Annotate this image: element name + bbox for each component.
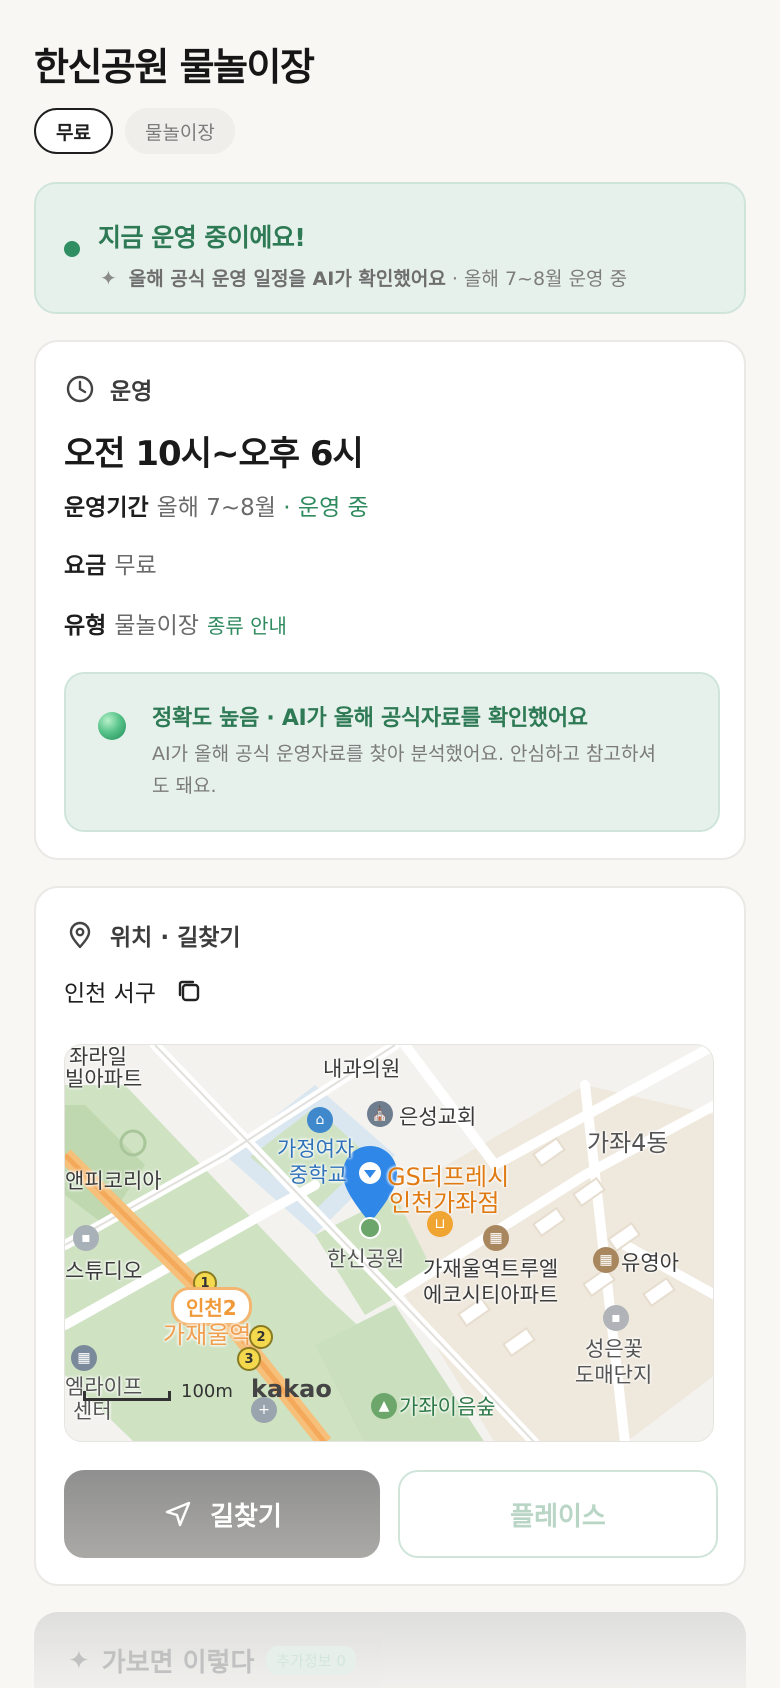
map-brand-logo: kakao [251,1375,332,1403]
page-title: 한신공원 물놀이장 [34,45,315,89]
address-row: 인천 서구 [64,974,204,1008]
status-sub-rest: · 올해 7~8월 운영 중 [451,268,628,290]
location-heading-label: 위치 · 길찾기 [110,925,241,951]
map-label: 에코시티아파트 [423,1283,559,1307]
ai-accuracy-title: 정확도 높음 · AI가 올해 공식자료를 확인했어요 [152,706,588,731]
navigation-arrow-icon [162,1498,194,1530]
chip-free[interactable]: 무료 [34,108,113,154]
type-key: 유형 [64,613,107,639]
map-label: 은성교회 [399,1105,477,1129]
next-section-preview: ✦ 가보면 이렇다 추가정보 0 [34,1612,746,1688]
map-label: 가재울역 [163,1321,252,1349]
location-card: 위치 · 길찾기 인천 서구 좌라일 빌아파트 내과의원 ⛪ 은성교회 ⌂ 가정… [34,886,746,1586]
operation-period-value: 올해 7~8월 [156,495,276,521]
map-label: 스튜디오 [65,1259,143,1283]
shopping-basket-icon: ⊔ [427,1211,453,1237]
location-pin-icon [64,919,96,951]
chip-category[interactable]: 물놀이장 [124,108,235,154]
church-icon: ⛪ [367,1101,393,1127]
map-scale-label: 100m [181,1381,233,1402]
map-label: 내과의원 [323,1057,401,1081]
map-label: 빌아파트 [65,1067,143,1091]
fee-row: 요금 무료 [64,546,157,580]
status-dot [64,241,80,257]
place-button[interactable]: 플레이스 [398,1470,718,1558]
operating-hours: 오전 10시~오후 6시 [64,434,364,474]
ai-accuracy-desc: AI가 올해 공식 운영자료를 찾아 분석했어요. 안심하고 참고하셔도 돼요. [152,743,656,797]
address-text: 인천 서구 [64,981,156,1007]
location-heading: 위치 · 길찾기 [64,918,241,952]
tag-chips: 무료 물놀이장 [34,108,235,154]
ai-accuracy-box: 정확도 높음 · AI가 올해 공식자료를 확인했어요 AI가 올해 공식 운영… [64,672,720,832]
map-label: 한신공원 [327,1247,405,1271]
map-scale-bar [83,1391,171,1401]
fee-value: 무료 [114,553,157,579]
map-label: 앤피코리아 [65,1169,162,1193]
operation-period-key: 운영기간 [64,495,149,521]
type-value: 물놀이장 [114,613,199,639]
status-sub-bold: 올해 공식 운영 일정을 AI가 확인했어요 [128,268,446,290]
map-view[interactable]: 좌라일 빌아파트 내과의원 ⛪ 은성교회 ⌂ 가정여자 중학교 GS더프레시 인… [64,1044,714,1442]
ai-orb-icon [98,712,126,740]
subway-line-badge: 2 [249,1325,273,1349]
school-icon: ⌂ [307,1107,333,1133]
directions-button-label: 길찾기 [210,1501,282,1532]
operation-heading: 운영 [64,372,152,406]
operation-card: 운영 오전 10시~오후 6시 운영기간 올해 7~8월 · 운영 중 요금 무료 … [34,340,746,860]
sparkle-icon: ✦ [100,265,117,290]
fee-key: 요금 [64,553,107,579]
type-row: 유형 물놀이장 종류 안내 [64,606,287,640]
building-icon: ▦ [593,1247,619,1273]
status-card: 지금 운영 중이에요! ✦ 올해 공식 운영 일정을 AI가 확인했어요 · 올… [34,182,746,314]
apartment-icon: ▦ [483,1225,509,1251]
map-label: 중학교 [289,1163,347,1187]
copy-icon[interactable] [174,976,204,1006]
next-section-title-row: ✦ 가보면 이렇다 추가정보 0 [68,1642,356,1679]
directions-button[interactable]: 길찾기 [64,1470,380,1558]
map-label: 유영아 [621,1251,679,1275]
place-icon: ▪ [603,1305,629,1331]
map-label: 가좌4동 [587,1129,669,1157]
place-icon: ▪ [73,1225,99,1251]
operation-heading-label: 운영 [110,379,153,405]
type-guide-link[interactable]: 종류 안내 [207,614,287,638]
tree-icon: ▲ [371,1393,397,1419]
sparkle-icon: ✦ [68,1645,90,1676]
map-label: 도매단지 [575,1363,653,1387]
next-section-badge: 추가정보 0 [266,1646,356,1675]
map-label: 가좌이음숲 [399,1395,496,1419]
next-section-title: 가보면 이렇다 [101,1648,255,1678]
operation-period-row: 운영기간 올해 7~8월 · 운영 중 [64,488,369,522]
status-subtitle: ✦ 올해 공식 운영 일정을 AI가 확인했어요 · 올해 7~8월 운영 중 [100,264,627,291]
operation-period-status: · 운영 중 [283,495,369,521]
place-button-label: 플레이스 [510,1501,606,1532]
status-title: 지금 운영 중이에요! [98,223,306,252]
clock-icon [64,373,96,405]
subway-line-badge: 3 [237,1347,261,1371]
building-icon: ▦ [71,1345,97,1371]
